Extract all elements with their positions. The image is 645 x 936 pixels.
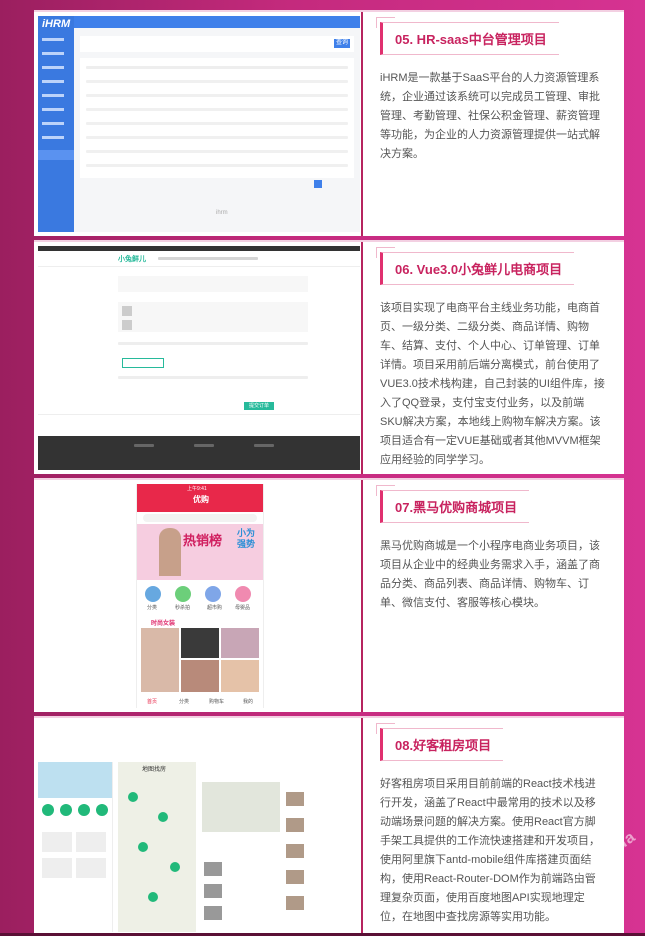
hrm-logo: iHRM [42,18,71,30]
rental-screenshot: 地图找房 [38,722,360,932]
hrm-screenshot: iHRM 查询 ihrm [38,16,360,232]
hrm-filter-button[interactable]: 查询 [334,39,350,48]
hrm-sidebar: iHRM [38,16,74,232]
project-description: 该项目实现了电商平台主线业务功能，电商首页、一级分类、二级分类、商品详情、购物车… [380,302,605,466]
youshop-status: 上午9:41 [187,486,207,492]
rabbit-submit-button[interactable]: 提交订单 [244,402,274,410]
project-card-05: iHRM 查询 ihrm 05. HR-saas中台管理项目 iHRM是一款基于… [34,10,624,236]
youshop-search[interactable] [143,514,257,522]
rabbit-screenshot: 小兔鲜儿 提交订单 [38,246,360,470]
youshop-app-title: 优购 [193,495,209,504]
project-title: 05. HR-saas中台管理项目 [376,17,559,55]
project-description: iHRM是一款基于SaaS平台的人力资源管理系统，企业通过该系统可以完成员工管理… [380,72,600,160]
youshop-screenshot: 上午9:41 优购 热销榜 小为 强势 分类 秒杀拍 超市购 母婴品 时尚女装 … [38,484,360,708]
youshop-banner: 热销榜 小为 强势 [137,524,263,580]
project-description: 好客租房项目采用目前前端的React技术栈进行开发，涵盖了React中最常用的技… [380,778,600,923]
hrm-footer: ihrm [216,210,228,216]
project-description: 黑马优购商城是一个小程序电商业务项目，该项目从企业中的经典业务需求入手，涵盖了商… [380,540,600,609]
rabbit-logo: 小兔鲜儿 [118,256,146,263]
hrm-table [80,58,354,178]
project-card-08: 地图找房 08.好客租房项目 好客租房项目采用目前前端的React技术栈进行开发… [34,716,624,934]
project-title: 08.好客租房项目 [375,723,504,761]
project-card-06: 小兔鲜儿 提交订单 06. Vue3.0小兔鲜儿电商项目 该项目实现了电商平台主… [34,240,624,474]
project-title: 06. Vue3.0小兔鲜儿电商项目 [375,247,575,285]
rental-map-title: 地图找房 [142,767,167,773]
project-card-07: 上午9:41 优购 热销榜 小为 强势 分类 秒杀拍 超市购 母婴品 时尚女装 … [34,478,624,712]
project-title: 07.黑马优购商城项目 [375,485,530,523]
